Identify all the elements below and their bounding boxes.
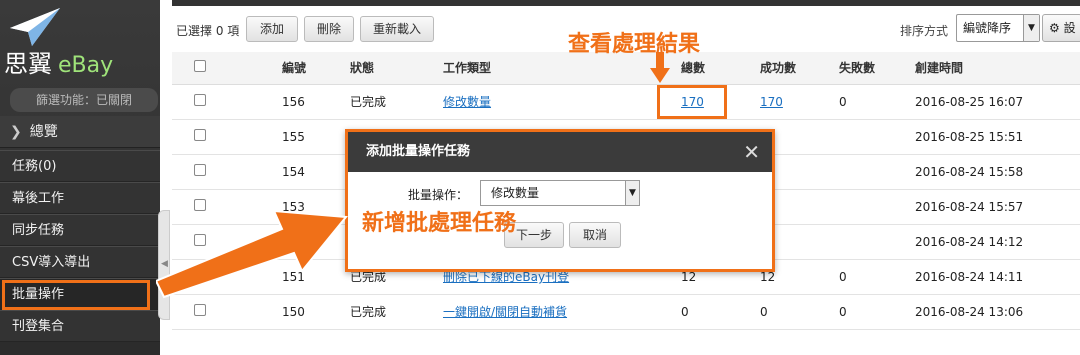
row-checkbox[interactable]: [194, 94, 206, 106]
bulk-op-select[interactable]: 修改數量 ▼: [480, 180, 640, 206]
bulk-op-select-value: 修改數量: [491, 186, 540, 200]
dialog-title: 添加批量操作任務: [366, 144, 471, 159]
cell-failed: [839, 224, 915, 260]
dialog-header: 添加批量操作任務 ✕: [348, 132, 772, 172]
sidebar-overview-label: 總覽: [29, 124, 58, 140]
dropdown-arrow-icon: ▼: [1023, 15, 1039, 41]
highlight-bulk-ops: [2, 280, 150, 310]
app-window: 思翼 eBay 篩選功能：已關閉 ❯ 總覽 任務(0) 幕後工作 同步任務 CSV導…: [0, 0, 1080, 355]
sidebar-item-listing-sets[interactable]: 刊登集合: [0, 310, 160, 342]
cell-failed: 0: [839, 259, 915, 295]
cancel-button[interactable]: 取消: [569, 222, 621, 248]
sort-select[interactable]: 編號降序 ▼: [956, 14, 1040, 42]
cell-success-link[interactable]: 170: [760, 95, 783, 109]
chevron-right-icon: ❯: [10, 124, 22, 140]
sidebar-item-csv[interactable]: CSV導入導出: [0, 246, 160, 278]
table-row[interactable]: 156 已完成 修改數量 170 170 0 2016-08-25 16:07: [172, 84, 1080, 120]
cell-failed: [839, 154, 915, 190]
sidebar-item-label: 幕後工作: [12, 191, 65, 206]
bulk-op-label: 批量操作：: [408, 188, 469, 202]
sidebar-item-label: 同步任務: [12, 223, 65, 238]
cell-status: 已完成: [350, 84, 443, 120]
cell-created: 2016-08-24 13:06: [915, 294, 1080, 330]
cell-total: 0: [681, 294, 760, 330]
sidebar-item-label: CSV導入導出: [12, 255, 91, 270]
row-checkbox[interactable]: [194, 304, 206, 316]
cell-failed: [839, 189, 915, 225]
annotation-view-results: 查看處理結果: [568, 32, 701, 57]
cell-type-link[interactable]: 刪除已下線的eBay刊登: [443, 270, 569, 284]
add-bulk-task-dialog: 添加批量操作任務 ✕ 批量操作： 修改數量 ▼ 下一步 取消: [345, 129, 775, 272]
settings-button-label: 設: [1063, 21, 1076, 35]
cell-id: 155: [282, 119, 350, 155]
cell-success: 0: [760, 294, 839, 330]
top-strip: [172, 0, 1080, 6]
column-header-id[interactable]: 編號: [282, 52, 350, 85]
cell-id: 154: [282, 154, 350, 190]
cell-created: 2016-08-24 14:12: [915, 224, 1080, 260]
logo-title: 思翼: [4, 50, 52, 78]
cell-status: 已完成: [350, 294, 443, 330]
column-header-failed[interactable]: 失敗數: [839, 52, 915, 85]
sidebar-menu: 任務(0) 幕後工作 同步任務 CSV導入導出 批量操作 刊登集合: [0, 150, 160, 342]
column-header-success[interactable]: 成功數: [760, 52, 839, 85]
arrow-down-icon: [650, 52, 670, 83]
gear-icon: ⚙: [1049, 21, 1060, 35]
dropdown-arrow-icon: ▼: [625, 181, 639, 205]
settings-button[interactable]: ⚙ 設: [1042, 14, 1080, 42]
sidebar-overview[interactable]: ❯ 總覽: [0, 116, 160, 148]
cell-type-link[interactable]: 一鍵開啟/關閉自動補貨: [443, 305, 567, 319]
logo-text: 思翼 eBay: [4, 44, 113, 79]
cell-created: 2016-08-24 15:57: [915, 189, 1080, 225]
logo-brand: eBay: [58, 53, 114, 78]
column-header-status[interactable]: 狀態: [350, 52, 443, 85]
cell-created: 2016-08-25 16:07: [915, 84, 1080, 120]
annotation-new-task: 新增批處理任務: [362, 211, 517, 236]
filter-status[interactable]: 篩選功能：已關閉: [10, 88, 158, 112]
paper-plane-icon: [10, 8, 60, 46]
sort-select-value: 編號降序: [963, 21, 1012, 35]
select-all-checkbox[interactable]: [194, 60, 206, 73]
column-header-created[interactable]: 創建時間: [915, 52, 1080, 85]
cell-created: 2016-08-24 15:58: [915, 154, 1080, 190]
cell-id: 156: [282, 84, 350, 120]
sidebar-item-label: 任務(0): [12, 159, 57, 174]
delete-button[interactable]: 刪除: [304, 16, 354, 42]
logo: 思翼 eBay: [0, 0, 160, 86]
cell-type-link[interactable]: 修改數量: [443, 95, 491, 109]
reload-button[interactable]: 重新載入: [360, 16, 434, 42]
sort-label: 排序方式: [900, 24, 949, 38]
row-checkbox[interactable]: [194, 129, 206, 141]
cell-created: 2016-08-25 15:51: [915, 119, 1080, 155]
arrow-pointer-icon: [156, 209, 348, 299]
cell-failed: 0: [839, 294, 915, 330]
add-button[interactable]: 添加: [246, 16, 298, 42]
sidebar-item-background-jobs[interactable]: 幕後工作: [0, 182, 160, 214]
cell-failed: 0: [839, 84, 915, 120]
sidebar-item-tasks[interactable]: 任務(0): [0, 150, 160, 182]
sidebar-item-label: 刊登集合: [12, 319, 65, 334]
cell-created: 2016-08-24 14:11: [915, 259, 1080, 295]
cell-failed: [839, 119, 915, 155]
close-icon[interactable]: ✕: [743, 132, 760, 172]
highlight-total-cell: [657, 85, 727, 119]
row-checkbox[interactable]: [194, 164, 206, 176]
sidebar-item-sync-tasks[interactable]: 同步任務: [0, 214, 160, 246]
selected-count: 已選擇 0 項: [176, 24, 240, 38]
